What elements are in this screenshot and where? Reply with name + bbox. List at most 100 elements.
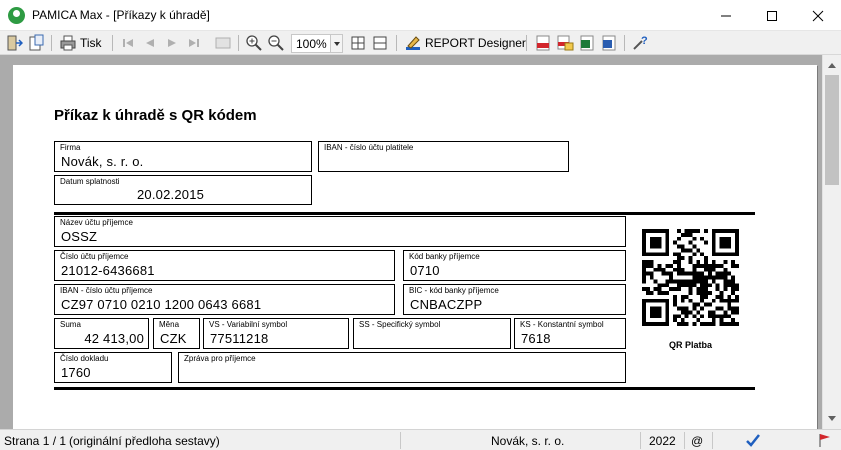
suma-value: 42 413,00 [84,331,144,346]
close-icon [812,10,824,22]
firma-label: Firma [60,143,81,152]
chevron-down-icon[interactable] [330,35,342,52]
status-page: Strana 1 / 1 [4,434,67,448]
window-title: PAMICA Max - [Příkazy k úhradě] [32,8,210,22]
fit-width-icon [371,34,389,52]
excel-icon [578,34,596,52]
export-pdf-button[interactable] [534,34,552,52]
datum-splatnosti-field: Datum splatnosti 20.02.2015 [54,175,312,205]
zoom-select[interactable]: 100% [291,34,343,53]
iban-prijemce-label: IBAN - číslo účtu příjemce [60,286,153,295]
pencil-icon [404,34,422,52]
close-button[interactable] [795,0,841,31]
bic-prijemce-field: BIC - kód banky příjemce CNBACZPP [403,284,626,315]
checkmark-icon[interactable] [745,432,761,450]
help-icon: ? [631,34,649,52]
toolbar-separator [51,35,52,51]
export-excel-button[interactable] [578,34,596,52]
suma-field: Suma 42 413,00 [54,318,149,349]
ks-label: KS - Konstantní symbol [520,320,604,329]
nazev-uctu-prijemce-label: Název účtu příjemce [60,218,133,227]
first-page-button[interactable] [120,34,138,52]
report-designer-button[interactable]: REPORT Designer [404,34,526,52]
go-to-page-button[interactable] [214,34,232,52]
cislo-uctu-prijemce-value: 21012-6436681 [61,263,155,278]
mena-field: Měna CZK [153,318,200,349]
pdf-email-icon [556,34,574,52]
fit-width-button[interactable] [371,34,389,52]
mena-label: Měna [159,320,180,329]
exit-preview-button[interactable] [5,34,24,52]
toolbar-separator [526,35,527,51]
export-word-button[interactable] [600,34,618,52]
flag-icon[interactable] [817,432,833,450]
zoom-value: 100% [296,37,327,51]
vs-label: VS - Variabilní symbol [209,320,288,329]
svg-text:?: ? [641,35,648,47]
status-separator [400,432,401,449]
status-at: @ [691,434,704,448]
first-page-icon [120,34,138,52]
qr-code-image [642,229,739,326]
page-setup-icon [27,34,45,52]
status-company: Novák, s. r. o. [491,434,565,448]
next-page-icon [163,34,181,52]
section-divider-bottom [54,387,755,390]
scroll-down-icon[interactable] [828,416,836,421]
scroll-up-icon[interactable] [828,63,836,68]
iban-platitele-label: IBAN - číslo účtu platitele [324,143,414,152]
ss-field: SS - Specifický symbol [353,318,511,349]
export-pdf-email-button[interactable] [556,34,574,52]
zoom-in-button[interactable] [245,34,263,52]
suma-label: Suma [60,320,81,329]
zoom-out-icon [267,34,285,52]
cislo-dokladu-value: 1760 [61,365,91,380]
app-logo-icon [8,7,25,24]
page-setup-button[interactable] [27,34,45,52]
previous-page-icon [141,34,159,52]
mena-value: CZK [160,331,187,346]
previous-page-button[interactable] [141,34,159,52]
minimize-button[interactable] [703,0,749,31]
last-page-button[interactable] [185,34,203,52]
firma-field: Firma Novák, s. r. o. [54,141,312,172]
toolbar-separator [624,35,625,51]
section-divider-top [54,212,755,215]
toolbar-separator [238,35,239,51]
print-label: Tisk [80,36,102,50]
zoom-out-button[interactable] [267,34,285,52]
report-designer-label: REPORT Designer [425,36,526,50]
fit-page-icon [349,34,367,52]
bic-prijemce-value: CNBACZPP [410,297,483,312]
nazev-uctu-prijemce-value: OSSZ [61,229,98,244]
title-bar: PAMICA Max - [Příkazy k úhradě] [0,0,841,31]
bic-prijemce-label: BIC - kód banky příjemce [409,286,499,295]
exit-door-icon [5,34,24,52]
vertical-scrollbar[interactable] [822,55,841,429]
toolbar: Tisk 100% REPORT Designer ? [0,31,841,55]
status-template: (originální předloha sestavy) [69,434,220,448]
help-button[interactable]: ? [631,34,649,52]
vs-value: 77511218 [210,331,269,346]
status-bar: Strana 1 / 1 (originální předloha sestav… [0,429,841,450]
cislo-uctu-prijemce-label: Číslo účtu příjemce [60,252,129,261]
go-to-page-icon [214,34,232,52]
kod-banky-prijemce-label: Kód banky příjemce [409,252,480,261]
datum-splatnosti-value: 20.02.2015 [137,187,205,202]
fit-page-button[interactable] [349,34,367,52]
next-page-button[interactable] [163,34,181,52]
zprava-pro-prijemce-field: Zpráva pro příjemce [178,352,626,383]
iban-prijemce-value: CZ97 0710 0210 1200 0643 6681 [61,297,262,312]
ks-value: 7618 [521,331,551,346]
form-title: Příkaz k úhradě s QR kódem [54,107,257,124]
vs-field: VS - Variabilní symbol 77511218 [203,318,349,349]
pdf-icon [534,34,552,52]
scrollbar-thumb[interactable] [825,75,839,185]
zprava-pro-prijemce-label: Zpráva pro příjemce [184,354,256,363]
cislo-dokladu-field: Číslo dokladu 1760 [54,352,172,383]
print-button[interactable]: Tisk [59,34,102,52]
maximize-button[interactable] [749,0,795,31]
iban-prijemce-field: IBAN - číslo účtu příjemce CZ97 0710 021… [54,284,395,315]
status-separator [712,432,713,449]
firma-value: Novák, s. r. o. [61,154,144,169]
